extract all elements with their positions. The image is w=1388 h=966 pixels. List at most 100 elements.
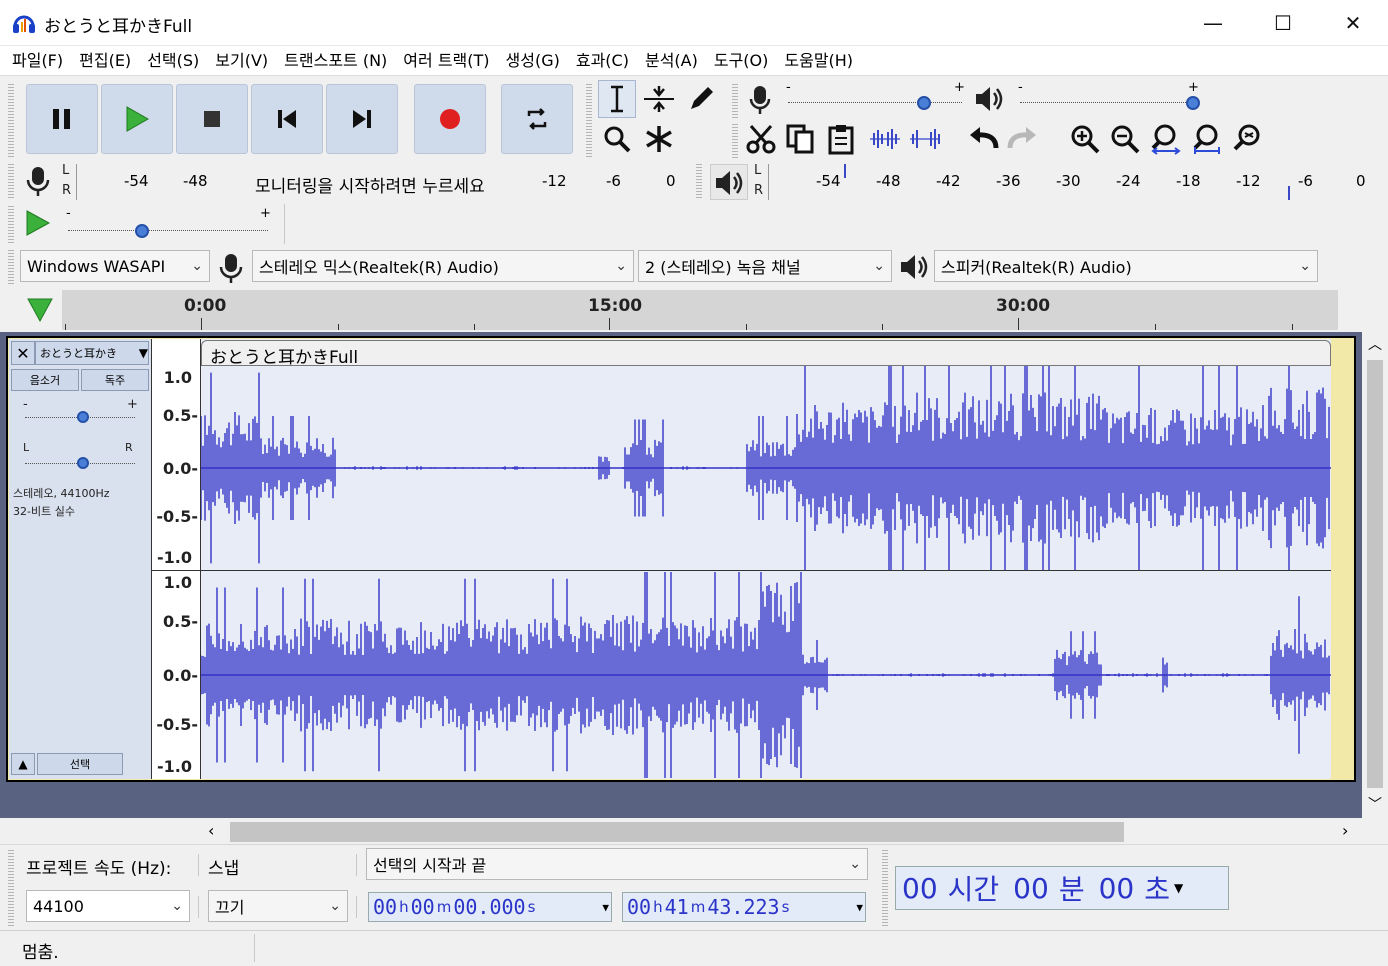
mute-button[interactable]: 음소거: [11, 369, 79, 391]
play-speed-thumb[interactable]: [134, 224, 149, 238]
caret-down-icon[interactable]: ▼: [602, 901, 611, 914]
menu-file[interactable]: 파일(F): [4, 46, 71, 76]
menu-effect[interactable]: 효과(C): [568, 46, 637, 76]
playback-device-select[interactable]: 스피커(Realtek(R) Audio) ⌄: [934, 250, 1318, 282]
menu-generate[interactable]: 생성(G): [498, 46, 568, 76]
playback-volume-slider[interactable]: - +: [1016, 80, 1202, 114]
selection-mode-select[interactable]: 선택의 시작과 끝 ⌄: [366, 848, 868, 880]
menu-view[interactable]: 보기(V): [207, 46, 276, 76]
chevron-down-icon: ⌄: [849, 856, 861, 872]
pan-slider[interactable]: L R: [21, 439, 141, 469]
zoom-tool[interactable]: [598, 120, 636, 158]
audio-host-select[interactable]: Windows WASAPI ⌄: [20, 250, 210, 282]
play-speed-slider[interactable]: - +: [64, 206, 276, 240]
fit-project-button[interactable]: [1188, 120, 1226, 158]
toolbar-grip[interactable]: [696, 162, 702, 200]
skip-end-button[interactable]: [326, 84, 398, 154]
toolbar-grip[interactable]: [586, 82, 592, 158]
menu-help[interactable]: 도움말(H): [776, 46, 861, 76]
playback-volume-thumb[interactable]: [1186, 96, 1200, 110]
caret-down-icon[interactable]: ▼: [1174, 881, 1183, 895]
recording-channels-select[interactable]: 2 (스테레오) 녹음 채널 ⌄: [638, 250, 892, 282]
zoom-out-button[interactable]: [1106, 120, 1144, 158]
selection-tool[interactable]: [598, 80, 636, 118]
envelope-tool[interactable]: [640, 80, 678, 118]
chevron-up-icon[interactable]: ︿: [1368, 334, 1382, 354]
track-select-button[interactable]: 선택: [37, 753, 123, 775]
caret-down-icon[interactable]: ▼: [856, 901, 865, 914]
gain-slider[interactable]: - +: [21, 395, 141, 425]
playback-meter-button[interactable]: [710, 164, 748, 200]
stop-button[interactable]: [176, 84, 248, 154]
vertical-scrollbar[interactable]: ︿ ﹀: [1362, 332, 1388, 818]
track-menu-button[interactable]: おとうと耳かき ▼: [35, 341, 149, 365]
toolbar-grip[interactable]: [882, 848, 888, 926]
toolbar-grip[interactable]: [8, 204, 14, 244]
triangle-up-icon: ▲: [18, 757, 28, 771]
toolbar-grip[interactable]: [8, 248, 14, 286]
collapse-track-button[interactable]: ▲: [11, 753, 35, 775]
vertical-ruler[interactable]: 1.0 0.5- 0.0- -0.5- -1.0 1.0 0.5- 0.0- -…: [152, 339, 201, 779]
record-meter[interactable]: -54 -48 모니터링을 시작하려면 누르세요 -12 -6 0: [76, 164, 680, 200]
audio-position-time[interactable]: 00 시간 00 분 00 초 ▼: [895, 866, 1229, 910]
play-at-speed-button[interactable]: [24, 208, 58, 242]
chevron-left-icon[interactable]: ‹: [208, 821, 214, 840]
vertical-scroll-thumb[interactable]: [1367, 360, 1383, 788]
solo-button[interactable]: 독주: [81, 369, 149, 391]
record-volume-slider[interactable]: - +: [784, 80, 968, 114]
pause-button[interactable]: [26, 84, 98, 154]
snap-select[interactable]: 끄기 ⌄: [208, 890, 348, 922]
timeline-pin-button[interactable]: [18, 290, 62, 330]
toolbar-grip[interactable]: [732, 122, 738, 158]
cut-button[interactable]: [742, 120, 780, 158]
menu-tools[interactable]: 도구(O): [706, 46, 777, 76]
skip-start-button[interactable]: [251, 84, 323, 154]
menu-select[interactable]: 선택(S): [139, 46, 207, 76]
chevron-right-icon[interactable]: ›: [1342, 821, 1348, 840]
menu-edit[interactable]: 편집(E): [71, 46, 139, 76]
project-rate-select[interactable]: 44100 ⌄: [26, 890, 190, 922]
fit-selection-button[interactable]: [1146, 120, 1184, 158]
track-close-button[interactable]: ✕: [11, 341, 35, 365]
playback-meter[interactable]: -54 -48 -42 -36 -30 -24 -18 -12 -6 0: [768, 164, 1374, 200]
record-meter-button[interactable]: [24, 164, 54, 198]
waveform-right-channel[interactable]: [201, 572, 1331, 778]
pan-thumb[interactable]: [77, 457, 89, 469]
menu-tracks[interactable]: 여러 트랙(T): [395, 46, 497, 76]
menu-analyze[interactable]: 분석(A): [637, 46, 706, 76]
record-button[interactable]: [414, 84, 486, 154]
zoom-in-button[interactable]: [1066, 120, 1104, 158]
maximize-button[interactable]: ☐: [1248, 0, 1318, 46]
recording-device-select[interactable]: 스테레오 믹스(Realtek(R) Audio) ⌄: [252, 250, 634, 282]
close-button[interactable]: ✕: [1318, 0, 1388, 46]
waveform-left-channel[interactable]: [201, 366, 1331, 570]
redo-button[interactable]: [1004, 120, 1042, 158]
timeline-ruler[interactable]: 0:00 15:00 30:00: [62, 290, 1338, 330]
minimize-button[interactable]: —: [1178, 0, 1248, 46]
toolbar-grip[interactable]: [732, 82, 738, 118]
menu-transport[interactable]: 트랜스포트 (N): [276, 46, 395, 76]
toolbar-grip[interactable]: [8, 162, 14, 200]
paste-button[interactable]: [822, 120, 860, 158]
chevron-down-icon[interactable]: ﹀: [1368, 794, 1382, 814]
gain-thumb[interactable]: [77, 411, 89, 423]
toolbar-grip[interactable]: [8, 82, 14, 158]
trim-button[interactable]: [866, 120, 904, 158]
silence-button[interactable]: [906, 120, 944, 158]
redo-icon: [1007, 127, 1036, 149]
clip-header[interactable]: [201, 340, 1331, 366]
multi-tool[interactable]: [640, 120, 678, 158]
horizontal-scrollbar[interactable]: ‹ ›: [200, 820, 1362, 844]
play-button[interactable]: [101, 84, 173, 154]
zoom-toggle-button[interactable]: [1228, 120, 1266, 158]
selection-end-time[interactable]: 00 h 41 m 43.223 s ▼: [622, 892, 866, 922]
chevron-down-icon: ⌄: [1299, 258, 1311, 274]
horizontal-scroll-thumb[interactable]: [230, 822, 1124, 842]
toolbar-grip[interactable]: [8, 848, 14, 926]
draw-tool[interactable]: [682, 80, 720, 118]
record-volume-thumb[interactable]: [916, 96, 931, 110]
selection-start-time[interactable]: 00 h 00 m 00.000 s ▼: [368, 892, 612, 922]
copy-button[interactable]: [782, 120, 820, 158]
loop-button[interactable]: [501, 84, 573, 154]
undo-button[interactable]: [964, 120, 1002, 158]
